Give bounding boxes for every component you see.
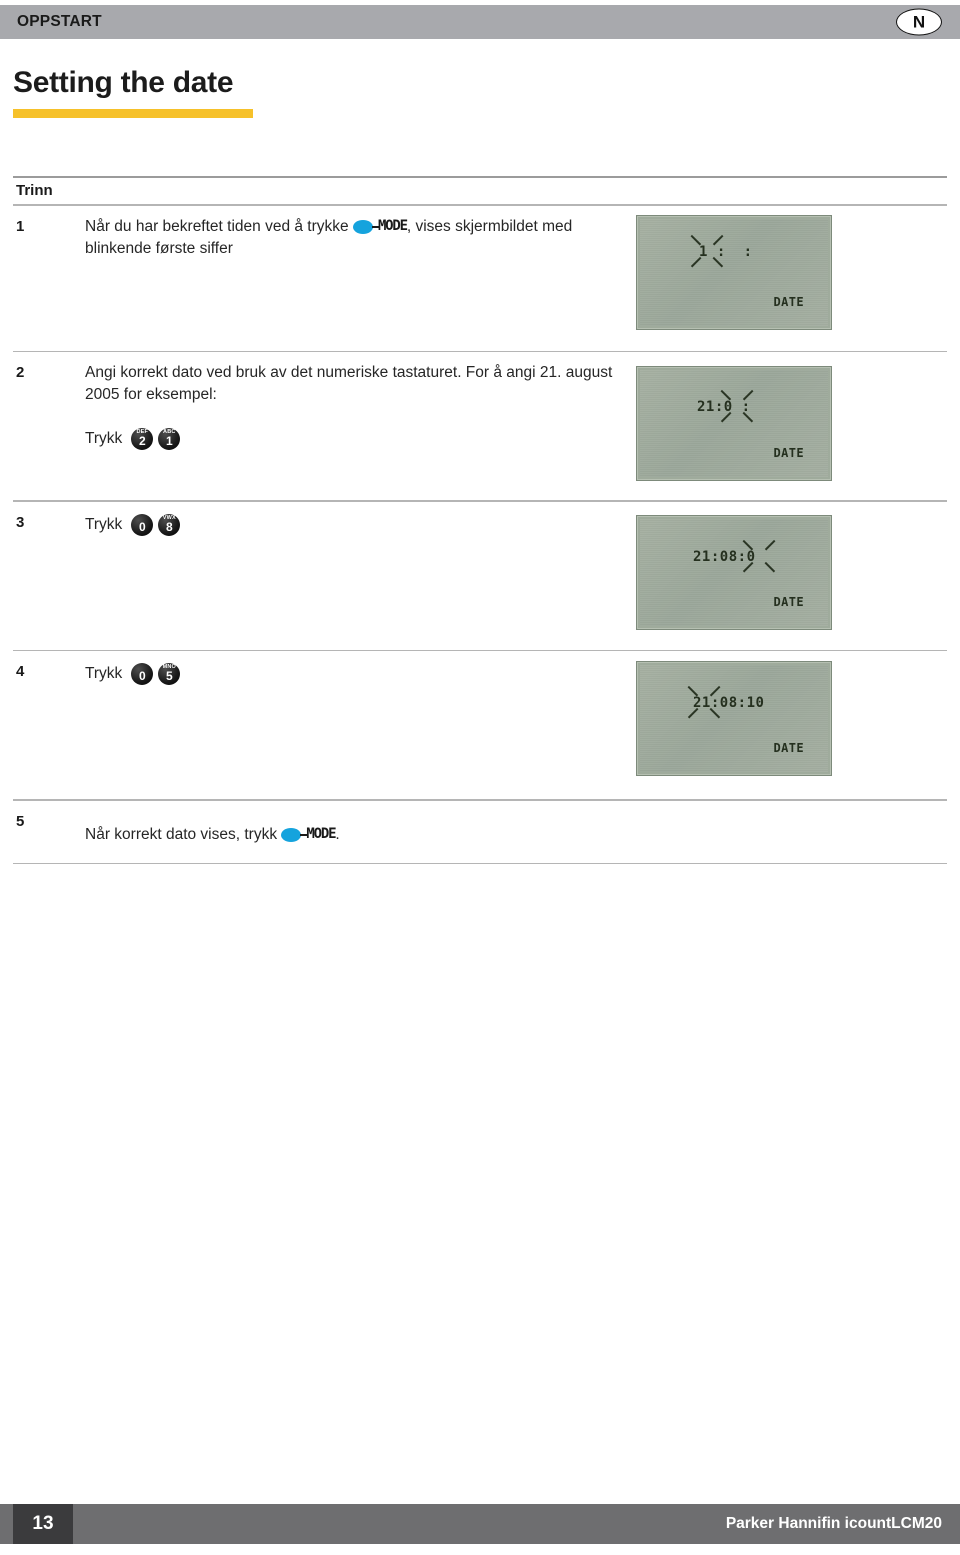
- step-text: Angi korrekt dato ved bruk av det numeri…: [85, 364, 613, 403]
- title-underline: [13, 109, 253, 118]
- mode-dot-icon: [352, 219, 373, 234]
- step-number: 4: [16, 663, 25, 680]
- keypress-instruction: Trykk 0 MNO 5: [85, 663, 615, 685]
- table-row: 4 Trykk 0 MNO 5 21:08:10 DATE: [13, 651, 947, 799]
- key-letters: DEF: [136, 429, 149, 435]
- mode-button-inline[interactable]: MODE: [352, 217, 408, 237]
- column-header-label: Trinn: [16, 182, 53, 199]
- page-title: Setting the date: [13, 66, 234, 99]
- keypress-instruction: Trykk 0 VWX 8: [85, 513, 615, 536]
- lcd-time-value: 21:08:0: [693, 548, 756, 565]
- keypad-key-1[interactable]: ABC 1: [158, 428, 181, 450]
- lcd-mode-label: DATE: [773, 446, 804, 460]
- lcd-screen: 21:08:0 DATE: [640, 518, 828, 626]
- step-body: Når korrekt dato vises, trykk MODE.: [85, 824, 615, 846]
- table-row: 1 Når du har bekreftet tiden ved å trykk…: [13, 206, 947, 351]
- mode-dot-icon: [281, 827, 302, 842]
- mode-label: MODE: [377, 217, 408, 234]
- table-row: 3 Trykk 0 VWX 8 21:08:0 DATE: [13, 502, 947, 650]
- table-row: 5 Når korrekt dato vises, trykk MODE.: [13, 801, 947, 863]
- step-body: Trykk 0 MNO 5: [85, 661, 615, 685]
- key-digit: 1: [165, 434, 173, 448]
- mode-label: MODE: [306, 825, 336, 842]
- step-text: Når korrekt dato vises, trykk MODE.: [85, 824, 615, 846]
- table-row: 2 Angi korrekt dato ved bruk av det nume…: [13, 352, 947, 500]
- lcd-time-value: 1 : :: [699, 243, 753, 260]
- step-number: 5: [16, 812, 25, 830]
- lcd-screen: 21:08:10 DATE: [640, 665, 828, 772]
- step-body: Trykk 0 VWX 8: [85, 512, 615, 536]
- table-bottom-divider: [13, 862, 947, 864]
- key-letters: MNO: [162, 664, 177, 670]
- country-code-badge: N: [896, 8, 942, 36]
- keypad-key-8[interactable]: VWX 8: [158, 513, 181, 536]
- step-number: 3: [16, 513, 25, 531]
- lcd-display: 21:08:10 DATE: [636, 661, 832, 776]
- manual-page: OPPSTART N Setting the date Trinn 1 Når …: [0, 0, 960, 1555]
- step-number: 2: [16, 364, 25, 381]
- keypad-key-0[interactable]: 0: [131, 663, 154, 685]
- step-text-after: .: [335, 825, 340, 843]
- key-digit: 5: [165, 669, 173, 683]
- step-number: 1: [16, 217, 25, 235]
- lcd-screen: 1 : : DATE: [640, 218, 828, 326]
- footer-bar: 13 Parker Hannifin icountLCM20: [0, 1504, 960, 1544]
- lcd-display: 21:08:0 DATE: [636, 514, 832, 630]
- key-digit: 0: [138, 519, 146, 534]
- footer-product-name: Parker Hannifin icountLCM20: [725, 1515, 942, 1532]
- lcd-mode-label: DATE: [773, 741, 804, 755]
- step-text-before: Når du har bekreftet tiden ved å trykke: [85, 217, 353, 235]
- lcd-mode-label: DATE: [773, 594, 804, 609]
- step-text: Når du har bekreftet tiden ved å trykke …: [85, 216, 615, 260]
- keypress-instruction: Trykk DEF 2 ABC 1: [85, 428, 615, 450]
- key-digit: 8: [165, 519, 173, 534]
- key-letters: ABC: [163, 429, 176, 435]
- lcd-mode-label: DATE: [773, 294, 804, 309]
- page-number: 13: [13, 1504, 73, 1544]
- step-body: Angi korrekt dato ved bruk av det numeri…: [85, 362, 615, 450]
- section-header-bar: OPPSTART N: [0, 5, 960, 39]
- section-label: OPPSTART: [17, 13, 102, 30]
- keypad-key-5[interactable]: MNO 5: [158, 663, 181, 685]
- key-digit: 2: [138, 434, 146, 448]
- table-column-header: Trinn: [13, 178, 947, 204]
- step-body: Når du har bekreftet tiden ved å trykke …: [85, 216, 615, 260]
- key-digit: 0: [138, 669, 146, 683]
- step-text-before: Når korrekt dato vises, trykk: [85, 825, 282, 843]
- keypad-key-2[interactable]: DEF 2: [131, 428, 154, 450]
- lcd-time-value: 21:0 :: [697, 399, 751, 415]
- key-letters: VWX: [162, 514, 176, 521]
- press-label: Trykk: [85, 430, 123, 447]
- press-label: Trykk: [85, 665, 123, 682]
- lcd-screen: 21:0 : DATE: [640, 370, 828, 477]
- steps-table: Trinn 1 Når du har bekreftet tiden ved å…: [13, 176, 947, 864]
- lcd-time-value: 21:08:10: [693, 695, 765, 711]
- lcd-display: 21:0 : DATE: [636, 366, 832, 481]
- press-label: Trykk: [85, 515, 123, 533]
- lcd-display: 1 : : DATE: [636, 214, 832, 330]
- mode-button-inline[interactable]: MODE: [281, 825, 337, 845]
- keypad-key-0[interactable]: 0: [131, 513, 154, 536]
